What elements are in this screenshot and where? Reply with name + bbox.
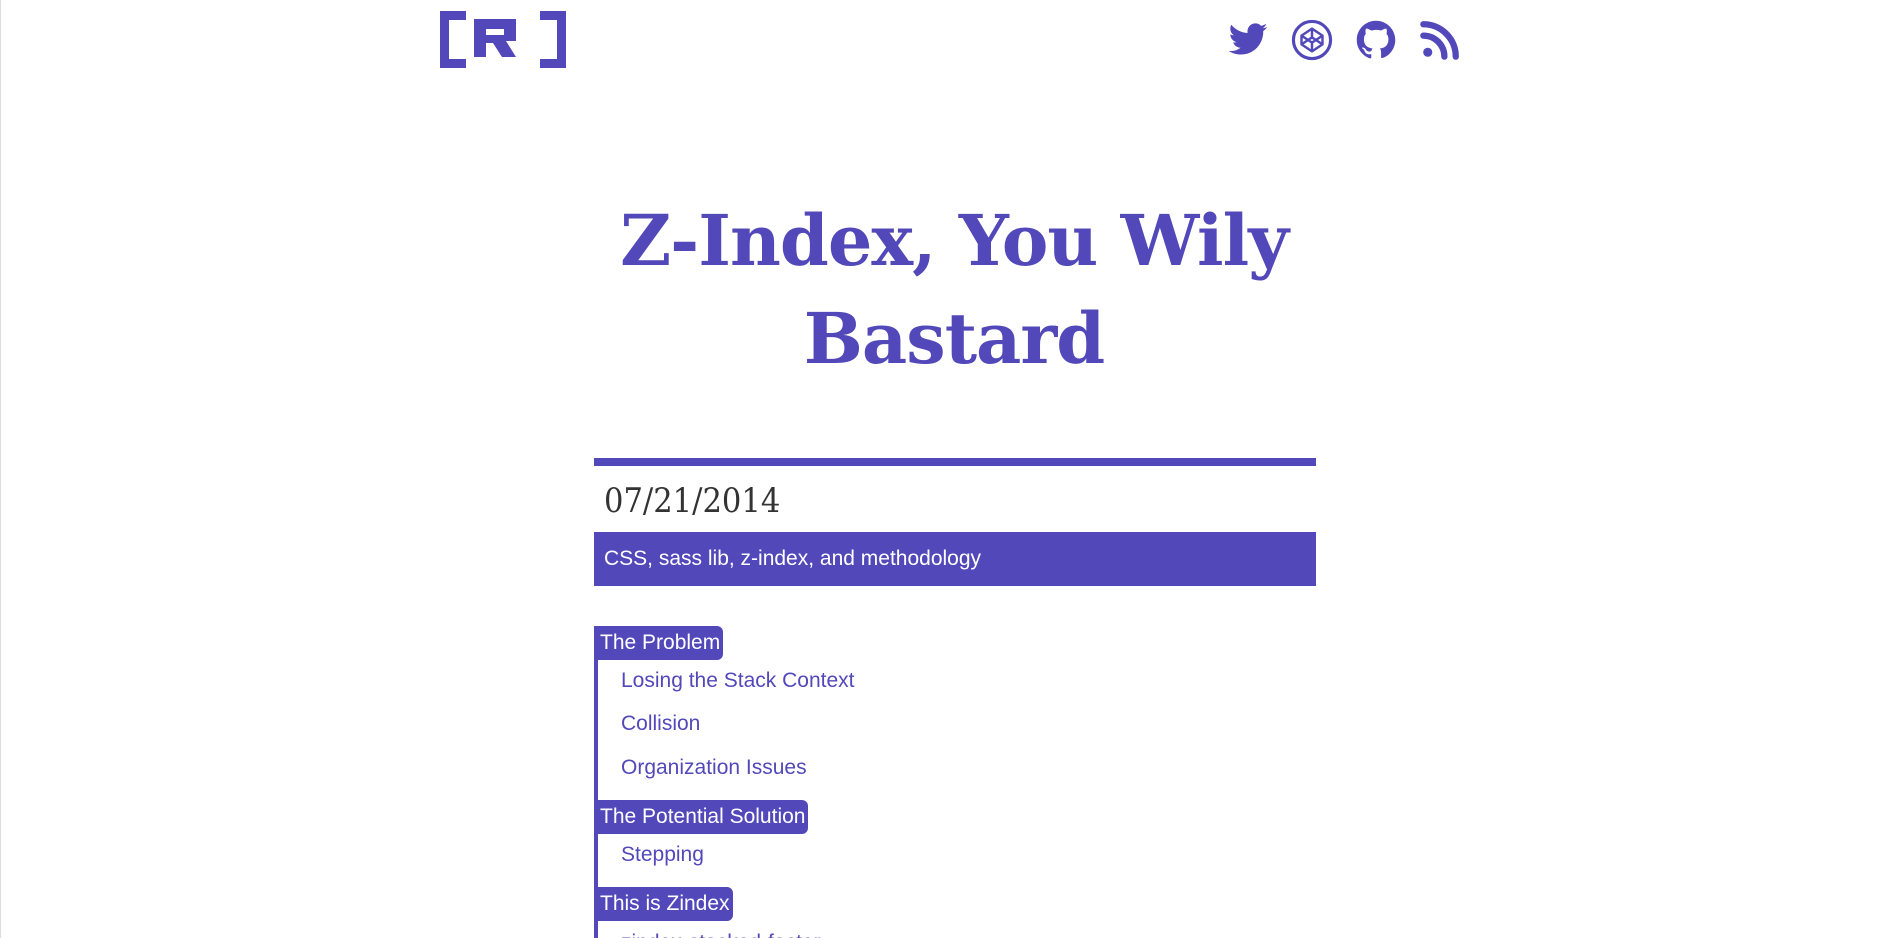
post-tags: CSS, sass lib, z-index, and methodology: [594, 532, 1316, 586]
post-date: 07/21/2014: [604, 481, 781, 521]
post-title-line-2: Bastard: [803, 297, 1105, 380]
rss-link[interactable]: [1419, 19, 1461, 61]
codepen-icon: [1291, 19, 1333, 61]
site-header: [1, 0, 1902, 90]
toc-item-the-problem[interactable]: The Problem: [594, 626, 724, 660]
toc-item-organization-issues[interactable]: Organization Issues: [621, 753, 807, 783]
toc-item-zindex-stacked-factor[interactable]: zindex-stacked-factor: [621, 928, 821, 938]
toc-item-stepping[interactable]: Stepping: [621, 840, 704, 870]
meta-divider: [594, 458, 1316, 466]
rss-icon: [1420, 21, 1459, 60]
github-link[interactable]: [1355, 19, 1397, 61]
post-title-line-1: Z-Index, You Wily: [620, 199, 1289, 282]
social-links: [1227, 18, 1461, 62]
toc-item-collision[interactable]: Collision: [621, 709, 700, 739]
github-icon: [1356, 20, 1396, 59]
toc-item-losing-the-stack-context[interactable]: Losing the Stack Context: [621, 666, 854, 696]
post-title: Z-Index, You Wily Bastard: [561, 192, 1347, 388]
toc-item-the-potential-solution[interactable]: The Potential Solution: [594, 800, 809, 834]
twitter-icon: [1228, 23, 1268, 55]
table-of-contents: The Problem Losing the Stack Context Col…: [594, 626, 1316, 938]
twitter-link[interactable]: [1227, 19, 1269, 61]
toc-item-this-is-zindex[interactable]: This is Zindex: [594, 887, 733, 921]
codepen-link[interactable]: [1291, 19, 1333, 61]
logo-icon: [440, 11, 566, 68]
